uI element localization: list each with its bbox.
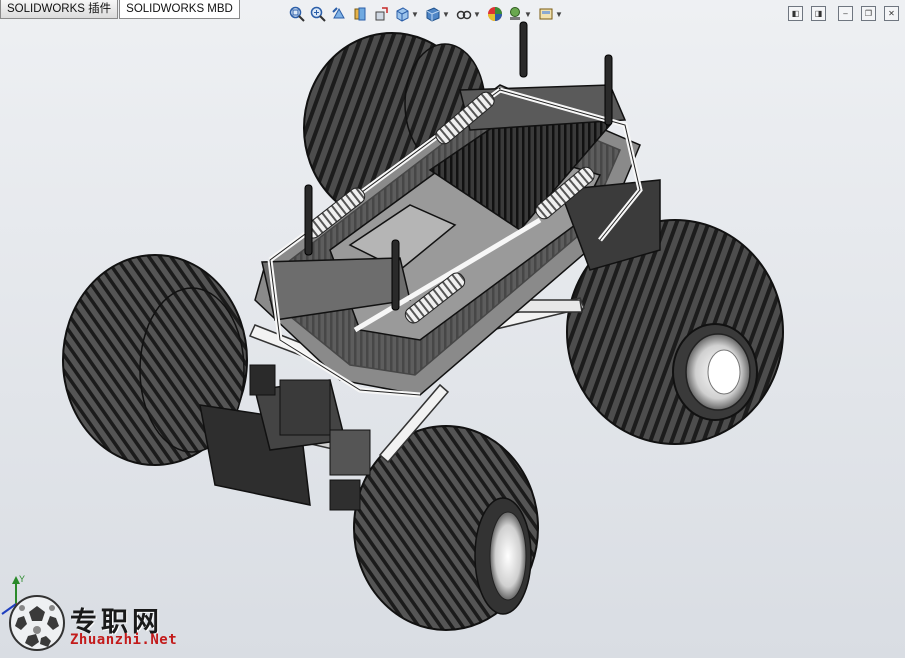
tab-solidworks-addins[interactable]: SOLIDWORKS 插件 — [0, 0, 119, 19]
previous-view-icon[interactable] — [330, 5, 348, 23]
view-settings-dropdown-icon[interactable]: ▼ — [555, 5, 563, 23]
brand-name-en: Zhuanzhi.Net — [70, 632, 178, 648]
view-settings-icon[interactable] — [537, 5, 555, 23]
hide-show-dropdown-icon[interactable]: ▼ — [473, 5, 481, 23]
restore-icon[interactable]: ❐ — [861, 6, 876, 21]
heads-up-view-toolbar: ▼ ▼ ▼ ▼ ▼ — [288, 4, 568, 24]
display-style-icon[interactable] — [424, 5, 442, 23]
zoom-area-icon[interactable] — [309, 5, 327, 23]
collapse-left-icon[interactable]: ◧ — [788, 6, 803, 21]
model-view[interactable] — [0, 0, 905, 658]
view-orientation-icon[interactable] — [393, 5, 411, 23]
display-style-dropdown-icon[interactable]: ▼ — [442, 5, 450, 23]
view-orientation-dropdown-icon[interactable]: ▼ — [411, 5, 419, 23]
tab-solidworks-mbd[interactable]: SOLIDWORKS MBD — [119, 0, 240, 19]
zoom-to-fit-icon[interactable] — [288, 5, 306, 23]
triad-y-label: Y — [19, 574, 25, 584]
edit-appearance-icon[interactable] — [486, 5, 504, 23]
minimize-icon[interactable]: – — [838, 6, 853, 21]
graphics-area[interactable]: SOLIDWORKS 插件 SOLIDWORKS MBD ▼ ▼ ▼ ▼ ▼ ◧… — [0, 0, 905, 658]
viewport-window-controls: ◧ ◨ – ❐ ✕ — [780, 6, 899, 21]
collapse-right-icon[interactable]: ◨ — [811, 6, 826, 21]
apply-scene-icon[interactable] — [506, 5, 524, 23]
command-manager-tabs: SOLIDWORKS 插件 SOLIDWORKS MBD — [0, 0, 241, 20]
section-view-icon[interactable] — [351, 5, 369, 23]
hide-show-items-icon[interactable] — [455, 5, 473, 23]
dynamic-annotation-icon[interactable] — [372, 5, 390, 23]
brand-logo-icon — [9, 595, 65, 651]
apply-scene-dropdown-icon[interactable]: ▼ — [524, 5, 532, 23]
close-icon[interactable]: ✕ — [884, 6, 899, 21]
